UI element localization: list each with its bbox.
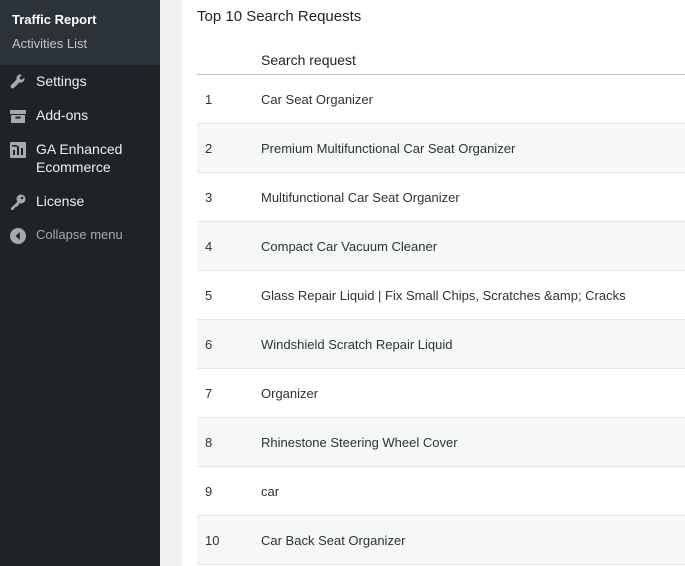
table-header: Search request	[197, 45, 685, 75]
menu-label-collapse: Collapse menu	[36, 227, 123, 242]
admin-menu: Settings Add-ons GA Enhanced Ecommerce L…	[0, 65, 160, 245]
table-row: 4 Compact Car Vacuum Cleaner	[197, 222, 685, 271]
menu-item-ga-enhanced-ecommerce[interactable]: GA Enhanced Ecommerce	[0, 140, 160, 192]
row-number: 9	[205, 483, 213, 499]
column-header-search-request: Search request	[261, 51, 356, 68]
table-row: 10 Car Back Seat Organizer	[197, 516, 685, 565]
search-request-text: Organizer	[261, 385, 319, 401]
search-request-text: Rhinestone Steering Wheel Cover	[261, 434, 458, 450]
archive-box-icon	[9, 107, 27, 125]
wrench-icon	[9, 73, 27, 91]
menu-label-settings: Settings	[36, 73, 87, 89]
table-row: 9 car	[197, 467, 685, 516]
table-row: 2 Premium Multifunctional Car Seat Organ…	[197, 124, 685, 173]
page-title: Top 10 Search Requests	[197, 8, 362, 25]
submenu-activities-list[interactable]: Activities List	[0, 32, 160, 56]
search-request-text: Windshield Scratch Repair Liquid	[261, 336, 453, 352]
search-request-text: Premium Multifunctional Car Seat Organiz…	[261, 140, 516, 156]
search-request-text: Car Seat Organizer	[261, 91, 373, 107]
table-row: 7 Organizer	[197, 369, 685, 418]
search-request-text: car	[261, 483, 280, 499]
submenu-traffic-report[interactable]: Traffic Report	[0, 8, 160, 32]
main-content: Top 10 Search Requests Search request 1 …	[182, 0, 685, 566]
table-row: 6 Windshield Scratch Repair Liquid	[197, 320, 685, 369]
row-number: 7	[205, 385, 213, 401]
table-row: 3 Multifunctional Car Seat Organizer	[197, 173, 685, 222]
table-row: 1 Car Seat Organizer	[197, 75, 685, 124]
search-request-text: Multifunctional Car Seat Organizer	[261, 189, 460, 205]
row-number: 6	[205, 336, 213, 352]
row-number: 2	[205, 140, 213, 156]
collapse-menu-button[interactable]: Collapse menu	[0, 226, 160, 245]
menu-label-addons: Add-ons	[36, 107, 89, 123]
admin-sidebar: Traffic Report Activities List Settings …	[0, 0, 160, 566]
menu-item-settings[interactable]: Settings	[0, 72, 160, 106]
row-number: 8	[205, 434, 213, 450]
row-number: 1	[205, 91, 213, 107]
table-row: 8 Rhinestone Steering Wheel Cover	[197, 418, 685, 467]
row-number: 5	[205, 287, 213, 303]
search-request-text: Glass Repair Liquid | Fix Small Chips, S…	[261, 287, 626, 303]
menu-label-ga: GA Enhanced Ecommerce	[36, 141, 123, 175]
menu-label-license: License	[36, 193, 85, 209]
table-row: 5 Glass Repair Liquid | Fix Small Chips,…	[197, 271, 685, 320]
plugin-submenu: Traffic Report Activities List	[0, 0, 160, 65]
row-number: 4	[205, 238, 213, 254]
row-number: 10	[205, 532, 220, 548]
search-requests-table: Search request 1 Car Seat Organizer 2 Pr…	[197, 45, 685, 565]
analytics-chart-icon	[9, 141, 27, 159]
collapse-arrow-icon	[9, 227, 27, 245]
row-number: 3	[205, 189, 213, 205]
menu-item-license[interactable]: License	[0, 192, 160, 226]
search-request-text: Car Back Seat Organizer	[261, 532, 406, 548]
menu-item-addons[interactable]: Add-ons	[0, 106, 160, 140]
table-body: 1 Car Seat Organizer 2 Premium Multifunc…	[197, 75, 685, 565]
search-request-text: Compact Car Vacuum Cleaner	[261, 238, 438, 254]
key-icon	[9, 193, 27, 211]
